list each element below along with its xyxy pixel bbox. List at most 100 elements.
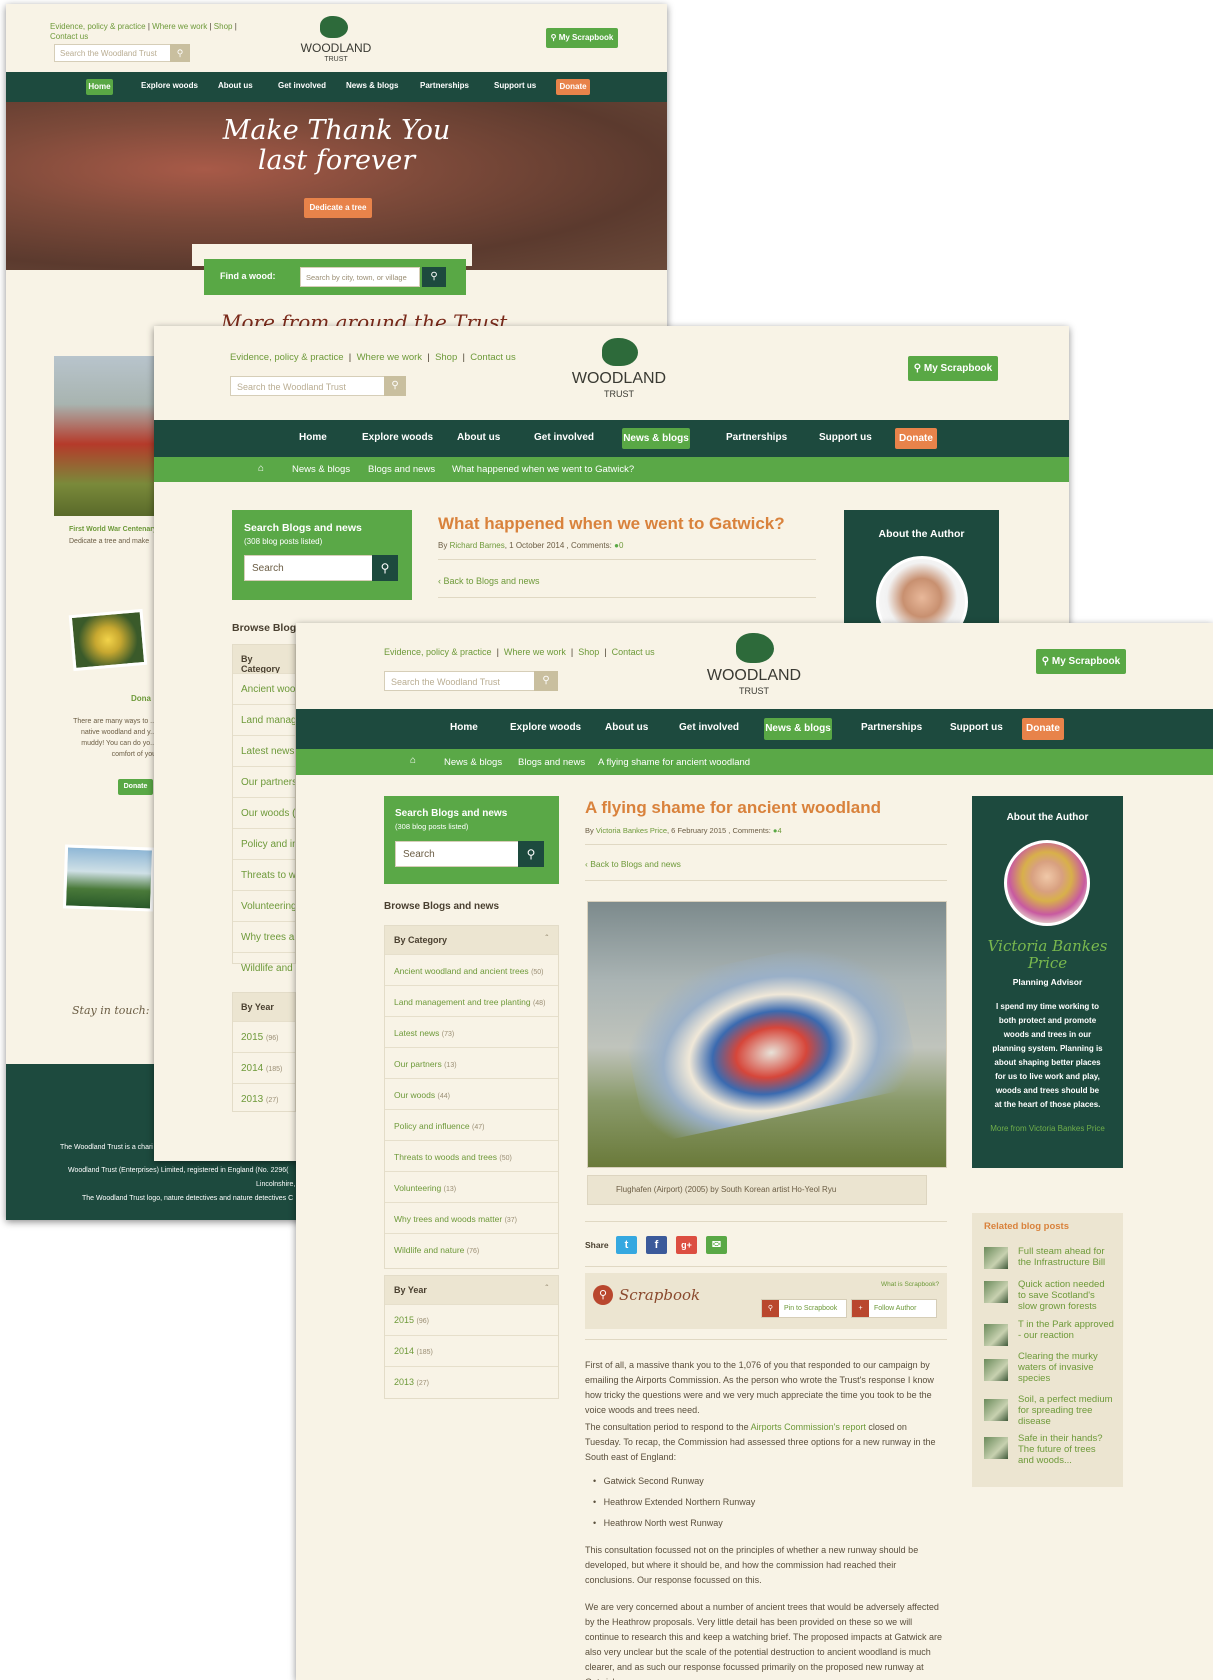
year-header[interactable]: By Year ˆ — [385, 1276, 558, 1304]
breadcrumb-blogs-news[interactable]: Blogs and news — [368, 464, 435, 475]
related-post-link[interactable]: Full steam ahead for the Infrastructure … — [1018, 1246, 1114, 1268]
my-scrapbook-button[interactable]: ⚲ My Scrapbook — [908, 356, 998, 381]
category-item[interactable]: Our partners (13) — [385, 1047, 558, 1078]
top-link-shop[interactable]: Shop — [214, 22, 233, 31]
nav-support-us[interactable]: Support us — [819, 432, 872, 443]
donate-card-button[interactable]: Donate — [118, 779, 153, 795]
nav-get-involved[interactable]: Get involved — [534, 432, 594, 443]
home-icon[interactable]: ⌂ — [410, 755, 416, 766]
nav-partnerships[interactable]: Partnerships — [861, 722, 922, 733]
related-post-link[interactable]: Soil, a perfect medium for spreading tre… — [1018, 1394, 1114, 1427]
category-item[interactable]: Why trees an — [233, 921, 295, 952]
card-title-centenary[interactable]: First World War Centenary — [69, 526, 157, 533]
nav-support-us[interactable]: Support us — [494, 81, 536, 90]
related-post-link[interactable]: Safe in their hands? The future of trees… — [1018, 1433, 1114, 1466]
year-item[interactable]: 2014 (185) — [385, 1335, 558, 1366]
site-search-input[interactable]: Search the Woodland Trust — [54, 44, 174, 62]
category-header[interactable]: By Category — [233, 645, 295, 674]
nav-donate-button[interactable]: Donate — [895, 428, 937, 449]
twitter-share-icon[interactable]: t — [616, 1236, 637, 1254]
airports-commission-report-link[interactable]: Airports Commission's report — [751, 1422, 866, 1432]
nav-explore-woods[interactable]: Explore woods — [362, 432, 433, 443]
related-post-link[interactable]: Quick action needed to save Scotland's s… — [1018, 1279, 1114, 1312]
home-icon[interactable]: ⌂ — [258, 463, 264, 474]
nav-donate-button[interactable]: Donate — [556, 79, 590, 95]
post-author-link[interactable]: Victoria Bankes Price — [596, 826, 667, 835]
category-item[interactable]: Volunteering ( — [233, 890, 295, 921]
nav-news-blogs[interactable]: News & blogs — [764, 718, 832, 740]
breadcrumb-news-blogs[interactable]: News & blogs — [292, 464, 350, 475]
category-item[interactable]: Land management and tree planting (48) — [385, 985, 558, 1016]
nav-donate-button[interactable]: Donate — [1022, 718, 1064, 740]
blog-search-icon[interactable]: ⚲ — [518, 841, 544, 867]
site-search-input[interactable]: Search the Woodland Trust — [384, 671, 536, 691]
nav-about-us[interactable]: About us — [457, 432, 500, 443]
what-is-scrapbook-link[interactable]: What is Scrapbook? — [881, 1281, 939, 1288]
site-search-input[interactable]: Search the Woodland Trust — [230, 376, 386, 396]
blog-search-input[interactable]: Search — [244, 555, 374, 581]
category-item[interactable]: Our partners — [233, 766, 295, 797]
category-item[interactable]: Latest news ( — [233, 735, 295, 766]
nav-support-us[interactable]: Support us — [950, 722, 1003, 733]
year-item[interactable]: 2014 (185) — [233, 1052, 295, 1083]
category-item[interactable]: Land manage — [233, 704, 295, 735]
nav-get-involved[interactable]: Get involved — [278, 81, 326, 90]
top-link-contact[interactable]: Contact us — [612, 647, 655, 657]
category-item[interactable]: Wildlife and n — [233, 952, 295, 983]
email-share-icon[interactable]: ✉ — [706, 1236, 727, 1254]
category-item[interactable]: Ancient woodland and ancient trees (50) — [385, 954, 558, 985]
blog-search-input[interactable]: Search — [395, 841, 519, 867]
category-item[interactable]: Our woods (4 — [233, 797, 295, 828]
find-a-wood-input[interactable]: Search by city, town, or village — [300, 267, 420, 287]
search-icon[interactable]: ⚲ — [384, 376, 406, 396]
blog-search-icon[interactable]: ⚲ — [372, 555, 398, 581]
google-plus-share-icon[interactable]: g+ — [676, 1236, 697, 1254]
back-to-blogs-link[interactable]: ‹ Back to Blogs and news — [585, 859, 681, 869]
year-item[interactable]: 2013 (27) — [385, 1366, 558, 1397]
top-link-contact[interactable]: Contact us — [470, 352, 515, 363]
facebook-share-icon[interactable]: f — [646, 1236, 667, 1254]
find-search-icon[interactable]: ⚲ — [422, 267, 446, 287]
top-link-contact[interactable]: Contact us — [50, 32, 88, 41]
top-link-shop[interactable]: Shop — [578, 647, 599, 657]
top-link-evidence[interactable]: Evidence, policy & practice — [230, 352, 344, 363]
year-header[interactable]: By Year — [233, 993, 295, 1021]
year-item[interactable]: 2015 (96) — [233, 1021, 295, 1052]
my-scrapbook-button[interactable]: ⚲ My Scrapbook — [1036, 649, 1126, 674]
category-header[interactable]: By Category ˆ — [385, 926, 558, 954]
post-comment-count[interactable]: 0 — [619, 541, 623, 550]
top-link-evidence[interactable]: Evidence, policy & practice — [384, 647, 492, 657]
nav-news-blogs[interactable]: News & blogs — [346, 81, 398, 90]
category-item[interactable]: Threats to wo — [233, 859, 295, 890]
post-author-link[interactable]: Richard Barnes — [450, 541, 505, 550]
top-link-where[interactable]: Where we work — [504, 647, 566, 657]
back-to-blogs-link[interactable]: ‹ Back to Blogs and news — [438, 576, 540, 586]
top-link-where[interactable]: Where we work — [152, 22, 207, 31]
category-item[interactable]: Threats to woods and trees (50) — [385, 1140, 558, 1171]
year-item[interactable]: 2015 (96) — [385, 1304, 558, 1335]
my-scrapbook-button[interactable]: ⚲ My Scrapbook — [546, 28, 618, 48]
nav-about-us[interactable]: About us — [218, 81, 253, 90]
category-item[interactable]: Our woods (44) — [385, 1078, 558, 1109]
top-link-shop[interactable]: Shop — [435, 352, 457, 363]
breadcrumb-blogs-news[interactable]: Blogs and news — [518, 757, 585, 768]
nav-explore-woods[interactable]: Explore woods — [510, 722, 581, 733]
nav-home[interactable]: Home — [299, 432, 327, 443]
year-item[interactable]: 2013 (27) — [233, 1083, 295, 1114]
category-item[interactable]: Wildlife and nature (76) — [385, 1233, 558, 1264]
nav-home[interactable]: Home — [86, 79, 113, 95]
category-item[interactable]: Why trees and woods matter (37) — [385, 1202, 558, 1233]
related-post-link[interactable]: T in the Park approved - our reaction — [1018, 1319, 1114, 1341]
top-link-evidence[interactable]: Evidence, policy & practice — [50, 22, 146, 31]
more-from-author-link[interactable]: More from Victoria Bankes Price — [990, 1122, 1105, 1135]
related-post-link[interactable]: Clearing the murky waters of invasive sp… — [1018, 1351, 1114, 1384]
follow-author-button[interactable]: + Follow Author — [851, 1299, 937, 1318]
top-link-where[interactable]: Where we work — [357, 352, 422, 363]
nav-about-us[interactable]: About us — [605, 722, 648, 733]
search-icon[interactable]: ⚲ — [170, 44, 190, 62]
nav-get-involved[interactable]: Get involved — [679, 722, 739, 733]
category-item[interactable]: Volunteering (13) — [385, 1171, 558, 1202]
search-icon[interactable]: ⚲ — [534, 671, 558, 691]
nav-news-blogs[interactable]: News & blogs — [622, 428, 690, 449]
nav-explore-woods[interactable]: Explore woods — [141, 81, 198, 90]
